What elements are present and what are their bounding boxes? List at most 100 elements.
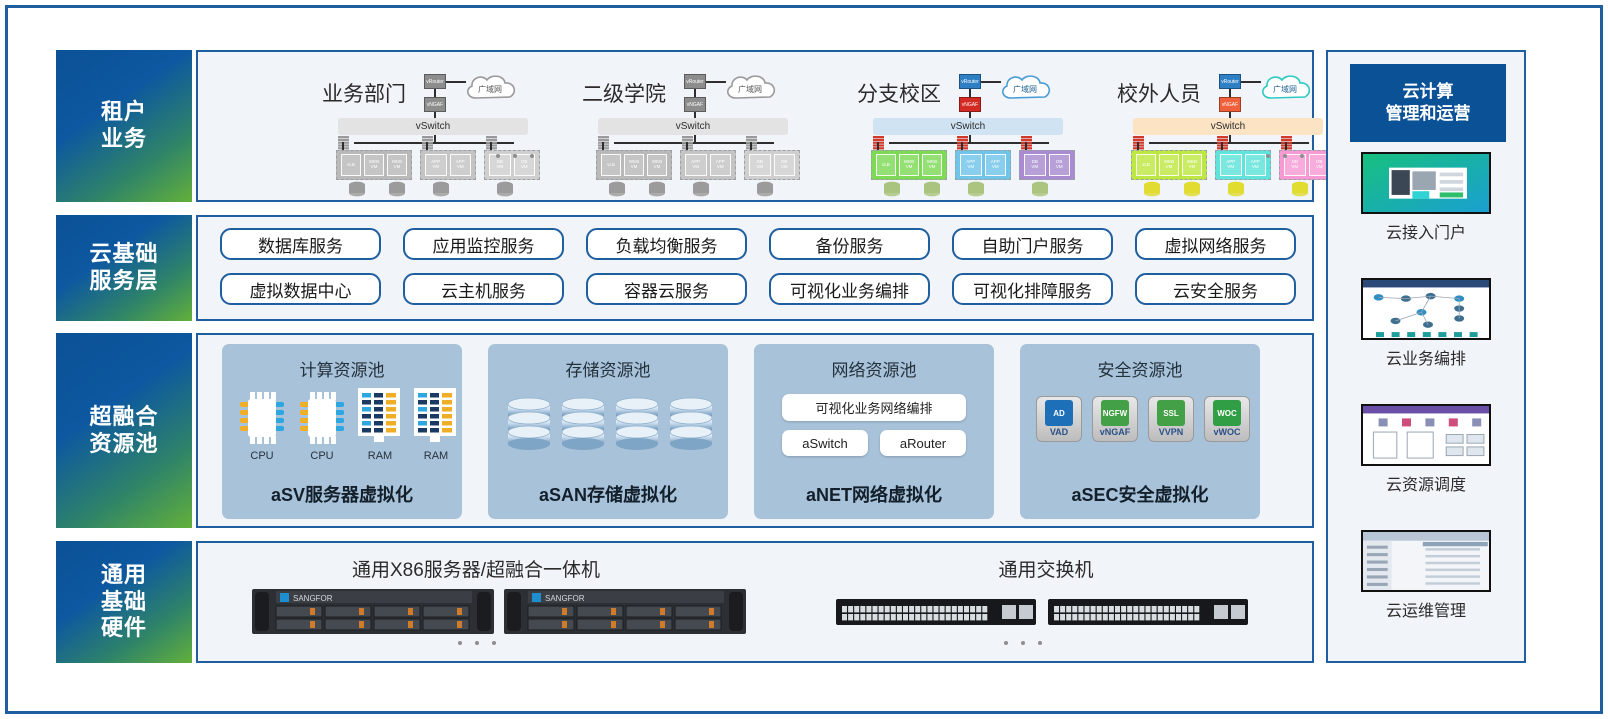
vm-group-2-1: APP VM APP VM [955,150,1011,180]
vm-2-0-2: WEB VM [922,154,942,176]
vm-0-1-1: APP VM [449,154,471,176]
layer-label-hci: 超融合 资源池 [56,333,192,528]
network-pill-arouter[interactable]: aRouter [880,430,966,456]
security-icon-vvpn[interactable]: SSL VVPN [1148,396,1194,442]
storage-disk-3-0-1 [1183,181,1200,197]
security-glyph-1: NGFW [1101,400,1129,426]
sidebar-item-0[interactable]: 云接入门户 [1328,152,1524,243]
resource-pool-footer-compute: aSV服务器虚拟化 [270,485,414,505]
router-ngaf-link-2 [969,89,971,97]
vm-drop-2-0 [877,142,879,150]
security-icon-vad[interactable]: AD VAD [1036,396,1082,442]
service-button-row2-2[interactable]: 容器云服务 [586,273,747,305]
storage-disk-2-0-1 [923,181,940,197]
service-button-row2-0[interactable]: 虚拟数据中心 [220,273,381,305]
wan-cloud-0: 广域网 [462,72,518,105]
dot [496,154,500,158]
vm-1-1-1: APP VM [709,154,731,176]
tenant-separator-dots-1 [1266,154,1304,158]
wan-link-3 [1241,81,1261,83]
security-icon-vwoc[interactable]: WOC vWOC [1204,396,1250,442]
layer-label-hardware-line3: 硬件 [100,615,147,641]
vm-drop-1-2 [750,142,752,150]
sidebar-header: 云计算 管理和运营 [1350,64,1506,142]
vswitch-bus-link-1 [694,135,696,143]
service-button-row1-4[interactable]: 自助门户服务 [952,228,1113,260]
dot [1004,641,1008,645]
vm-3-1-1: APP VM [1244,154,1266,176]
storage-disk-0-0-0 [348,181,365,197]
router-ngaf-link-3 [1229,89,1231,97]
tenant-group-3: 校外人员 广域网 vRouter vNGAF vSwitch vLB WEB VM WEB V… [1091,50,1341,202]
hardware-separator-dots-1 [1004,641,1042,645]
wan-link-0 [446,81,466,83]
vm-drop-1-1 [686,142,688,150]
vm-group-3-1: APP VM APP VM [1215,150,1271,180]
layer-label-tenant-line2: 业务 [100,126,147,151]
security-glyph-2: SSL [1157,400,1185,426]
security-icon-caption-0: VAD [1049,427,1069,437]
sidebar-item-3[interactable]: 云运维管理 [1328,530,1524,621]
network-pill-orchestration[interactable]: 可视化业务网络编排 [782,394,966,421]
wan-link-2 [981,81,1001,83]
x86-server-1: SANGFOR [504,589,746,634]
tenant-groups-container: 业务部门 广域网 vRouter vNGAF vSwitch vLB WEB VM WEB V… [196,50,1335,202]
service-button-row1-2[interactable]: 负载均衡服务 [586,228,747,260]
vswitch-3: vSwitch [1133,118,1323,135]
vngaf-node-0: vNGAF [424,97,446,112]
vm-group-2-2: DB VM DB VM [1019,150,1075,180]
layer-label-hardware-line2: 基础 [100,588,147,614]
dot [1021,641,1025,645]
tenant-title-1: 二级学院 [582,82,666,106]
service-button-row2-1[interactable]: 云主机服务 [403,273,564,305]
service-button-row2-3[interactable]: 可视化业务编排 [769,273,930,305]
vswitch-1: vSwitch [598,118,788,135]
ram-icon-2 [358,388,400,449]
wan-cloud-1: 广域网 [722,72,778,105]
wan-cloud-label-0: 广域网 [478,85,502,94]
network-switch-0 [836,599,1036,625]
network-pill-aswitch[interactable]: aSwitch [782,430,868,456]
sidebar-item-2[interactable]: 云资源调度 [1328,404,1524,495]
sidebar-item-1[interactable]: 云业务编排 [1328,278,1524,369]
vswitch-bus-link-2 [969,135,971,143]
service-button-row2-5[interactable]: 云安全服务 [1135,273,1296,305]
service-button-row2-4[interactable]: 可视化排障服务 [952,273,1113,305]
vm-3-0-0: vLB [1136,154,1156,176]
vrouter-node-0: vRouter [424,74,446,89]
service-button-row1-1[interactable]: 应用监控服务 [403,228,564,260]
wan-cloud-label-1: 广域网 [738,85,762,94]
vm-3-0-1: WEB VM [1159,154,1179,176]
vm-group-1-0: vLB WEB VM WEB VM [596,150,672,180]
vm-drop-1-0 [602,142,604,150]
resource-pool-footer-security: aSEC安全虚拟化 [1071,485,1209,505]
dot [513,154,517,158]
layer-label-tenant: 租户 业务 [56,50,192,202]
vm-1-1-0: APP VM [685,154,707,176]
storage-disk-2-0-0 [883,181,900,197]
service-button-row1-3[interactable]: 备份服务 [769,228,930,260]
dot [458,641,462,645]
router-ngaf-link-1 [694,89,696,97]
layer-label-tenant-line1: 租户 [100,99,147,125]
security-icon-vngaf[interactable]: NGFW vNGAF [1092,396,1138,442]
tenant-group-1: 二级学院 广域网 vRouter vNGAF vSwitch vLB WEB VM WEB V… [556,50,806,202]
security-glyph-3: WOC [1213,400,1241,426]
hardware-server-title: 通用X86服务器/超融合一体机 [351,560,601,581]
sidebar-header-line1: 云计算 [1402,81,1454,101]
service-button-row1-5[interactable]: 虚拟网络服务 [1135,228,1296,260]
vm-group-1-1: APP VM APP VM [680,150,736,180]
vm-group-3-0: vLB WEB VM WEB VM [1131,150,1207,180]
vm-2-0-0: vLB [876,154,896,176]
vm-drop-3-0 [1137,142,1139,150]
service-button-row1-0[interactable]: 数据库服务 [220,228,381,260]
vngaf-node-3: vNGAF [1219,97,1241,112]
sidebar-thumb-ops [1361,530,1491,592]
sidebar-header-line2: 管理和运营 [1385,104,1471,123]
storage-disk-0-0-1 [388,181,405,197]
wan-cloud-2: 广域网 [997,72,1053,105]
vm-2-1-0: APP VM [960,154,982,176]
vm-drop-3-1 [1221,142,1223,150]
dot [1283,154,1287,158]
dot [530,154,534,158]
